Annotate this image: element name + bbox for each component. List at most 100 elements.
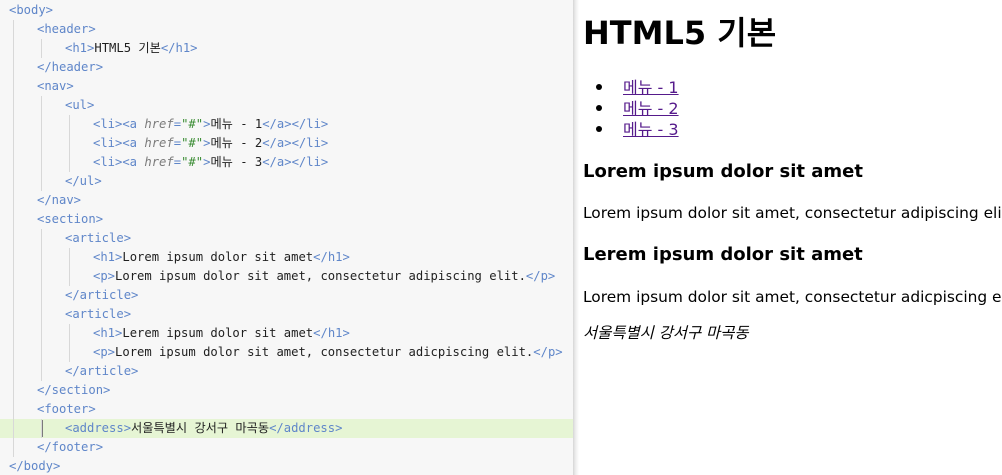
code-token: <header>	[37, 22, 96, 36]
preview-menu-link-1[interactable]: 메뉴 - 1	[623, 78, 679, 97]
code-token: </h1>	[313, 250, 350, 264]
code-line-text: <article>	[65, 229, 131, 248]
code-token: =	[173, 117, 182, 131]
indent-guide	[41, 229, 42, 381]
code-line[interactable]: <article>	[0, 229, 574, 248]
code-line[interactable]: <header>	[0, 20, 574, 39]
code-line[interactable]: <section>	[0, 210, 574, 229]
code-line-text: <p>Lorem ipsum dolor sit amet, consectet…	[93, 343, 563, 362]
code-line-text: <address>서울특별시 강서구 마곡동</address>	[65, 419, 342, 438]
code-token: <article>	[65, 231, 132, 245]
code-token: </article>	[65, 364, 139, 378]
code-token: <footer>	[37, 402, 96, 416]
preview-menu-item: 메뉴 - 3	[579, 119, 679, 140]
code-token: 메뉴 - 1	[210, 117, 263, 131]
code-token: <article>	[65, 307, 132, 321]
code-line-text: <section>	[37, 210, 103, 229]
indent-guide	[13, 20, 14, 457]
indent-guide	[41, 39, 42, 58]
code-line-text: <li><a href="#">메뉴 - 1</a></li>	[93, 115, 328, 134]
code-line[interactable]: <p>Lorem ipsum dolor sit amet, consectet…	[0, 343, 574, 362]
code-line-text: <header>	[37, 20, 96, 39]
indent-guide	[69, 324, 70, 362]
code-line-text: </ul>	[65, 172, 102, 191]
code-line-text: <h1>HTML5 기본</h1>	[65, 39, 198, 58]
code-token: <li><a	[93, 155, 145, 169]
code-line[interactable]: <nav>	[0, 77, 574, 96]
code-line[interactable]: </body>	[0, 457, 574, 475]
code-line-text: <li><a href="#">메뉴 - 2</a></li>	[93, 134, 328, 153]
preview-address: 서울특별시 강서구 마곡동	[583, 324, 749, 342]
code-line[interactable]: <li><a href="#">메뉴 - 1</a></li>	[0, 115, 574, 134]
code-token: =	[173, 155, 182, 169]
code-line-text: </article>	[65, 362, 138, 381]
code-token: Lerem ipsum dolor sit amet	[122, 326, 314, 340]
code-line[interactable]: </article>	[0, 362, 574, 381]
code-token: href	[144, 155, 174, 169]
code-token: Lorem ipsum dolor sit amet	[122, 250, 314, 264]
code-line-text: <footer>	[37, 400, 96, 419]
preview-pane: HTML5 기본 메뉴 - 1 메뉴 - 2 메뉴 - 3 Lorem ipsu…	[579, 0, 1002, 475]
code-line[interactable]: </nav>	[0, 191, 574, 210]
code-line[interactable]: </header>	[0, 58, 574, 77]
code-token: </a></li>	[262, 155, 329, 169]
code-line-text: </header>	[37, 58, 103, 77]
code-token: </h1>	[313, 326, 350, 340]
text-caret	[42, 420, 43, 437]
code-token: 메뉴 - 3	[210, 155, 263, 169]
code-token: <section>	[37, 212, 104, 226]
code-line-text: <p>Lorem ipsum dolor sit amet, consectet…	[93, 267, 555, 286]
code-token: Lorem ipsum dolor sit amet, consectetur …	[115, 269, 526, 283]
code-token: </nav>	[37, 193, 82, 207]
code-line-text: </section>	[37, 381, 110, 400]
code-token: <h1>	[93, 250, 123, 264]
code-line-text: </article>	[65, 286, 138, 305]
code-line[interactable]: <address>서울특별시 강서구 마곡동</address>	[0, 419, 574, 438]
code-line-text: <nav>	[37, 77, 74, 96]
code-line-text: </nav>	[37, 191, 81, 210]
code-token: 서울특별시 강서구 마곡동	[131, 421, 270, 435]
code-token: <h1>	[65, 41, 95, 55]
preview-menu-link-2[interactable]: 메뉴 - 2	[623, 99, 679, 118]
preview-article-text-1: Lorem ipsum dolor sit amet, consectetur …	[583, 204, 1002, 222]
code-token: <nav>	[37, 79, 74, 93]
code-line[interactable]: </section>	[0, 381, 574, 400]
preview-menu-item: 메뉴 - 1	[579, 77, 679, 98]
code-line[interactable]: <body>	[0, 1, 574, 20]
code-line[interactable]: <li><a href="#">메뉴 - 2</a></li>	[0, 134, 574, 153]
code-line[interactable]: <ul>	[0, 96, 574, 115]
code-line-text: <article>	[65, 305, 131, 324]
code-line-text: <h1>Lorem ipsum dolor sit amet</h1>	[93, 248, 350, 267]
code-line[interactable]: </footer>	[0, 438, 574, 457]
code-token: </address>	[269, 421, 343, 435]
code-token: <li><a	[93, 117, 145, 131]
code-token: </a></li>	[262, 136, 329, 150]
code-line[interactable]: <article>	[0, 305, 574, 324]
code-line[interactable]: <footer>	[0, 400, 574, 419]
code-token: </a></li>	[262, 117, 329, 131]
preview-article-heading-1: Lorem ipsum dolor sit amet	[583, 161, 863, 182]
preview-menu-link-3[interactable]: 메뉴 - 3	[623, 120, 679, 139]
code-token: "#"	[181, 117, 204, 131]
code-token: </section>	[37, 383, 111, 397]
code-token: </body>	[9, 459, 61, 473]
code-line[interactable]: <p>Lorem ipsum dolor sit amet, consectet…	[0, 267, 574, 286]
code-line-text: </footer>	[37, 438, 103, 457]
code-editor-pane[interactable]: <body> <header> <h1>HTML5 기본</h1> </header>…	[0, 0, 574, 475]
code-token: "#"	[181, 136, 204, 150]
code-token: <li><a	[93, 136, 145, 150]
code-token: <p>	[93, 345, 116, 359]
preview-article-heading-2: Lerem ipsum dolor sit amet	[583, 244, 863, 265]
code-line-text: <h1>Lerem ipsum dolor sit amet</h1>	[93, 324, 350, 343]
code-line[interactable]: </ul>	[0, 172, 574, 191]
code-line[interactable]: <h1>Lerem ipsum dolor sit amet</h1>	[0, 324, 574, 343]
code-line[interactable]: <h1>Lorem ipsum dolor sit amet</h1>	[0, 248, 574, 267]
code-token: 메뉴 - 2	[210, 136, 263, 150]
code-line[interactable]: <h1>HTML5 기본</h1>	[0, 39, 574, 58]
indent-guide	[41, 96, 42, 191]
code-line[interactable]: <li><a href="#">메뉴 - 3</a></li>	[0, 153, 574, 172]
code-line[interactable]: </article>	[0, 286, 574, 305]
code-token: <h1>	[93, 326, 123, 340]
code-token: </footer>	[37, 440, 104, 454]
code-token: Lorem ipsum dolor sit amet, consectetur …	[115, 345, 534, 359]
